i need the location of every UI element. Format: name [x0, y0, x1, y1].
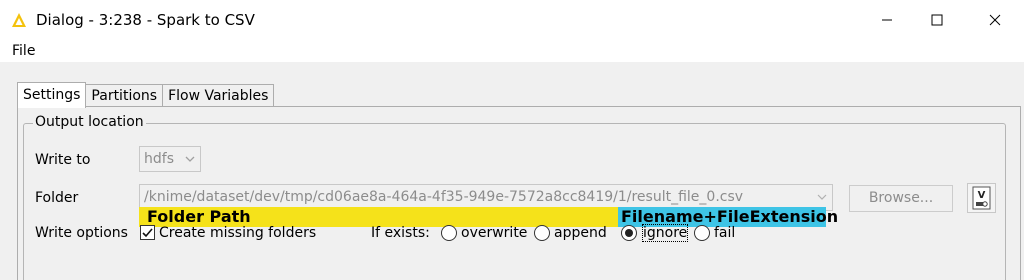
file-system-value: hdfs — [144, 151, 174, 167]
maximize-icon — [931, 14, 943, 26]
svg-text:V: V — [978, 190, 986, 201]
folder-label: Folder — [35, 190, 79, 206]
maximize-button[interactable] — [914, 0, 960, 40]
minimize-button[interactable] — [864, 0, 910, 40]
flow-variable-icon: V — [972, 186, 991, 210]
radio-ignore[interactable] — [621, 225, 637, 241]
radio-overwrite-label[interactable]: overwrite — [461, 224, 527, 242]
tab-strip: Settings Partitions Flow Variables — [17, 82, 275, 108]
create-missing-folders-checkbox[interactable] — [140, 225, 155, 240]
dialog-window: Dialog - 3:238 - Spark to CSV File Setti… — [0, 0, 1024, 280]
write-options-label: Write options — [35, 225, 128, 241]
minimize-icon — [882, 19, 892, 21]
close-icon — [989, 14, 1001, 26]
chevron-down-icon — [815, 190, 829, 208]
radio-fail[interactable] — [694, 225, 710, 241]
radio-overwrite[interactable] — [441, 225, 457, 241]
radio-append[interactable] — [534, 225, 550, 241]
checkmark-icon — [142, 228, 153, 238]
title-bar[interactable]: Dialog - 3:238 - Spark to CSV — [0, 0, 1024, 40]
output-location-group: Output location Write to hdfs Folder /kn… — [23, 113, 1006, 280]
file-system-select[interactable]: hdfs — [139, 146, 201, 172]
browse-button[interactable]: Browse... — [849, 185, 953, 212]
write-to-label: Write to — [35, 152, 91, 168]
menu-file[interactable]: File — [12, 42, 35, 60]
radio-ignore-label[interactable]: ignore — [643, 224, 687, 242]
knime-triangle-icon — [11, 12, 27, 28]
folder-path-value: /knime/dataset/dev/tmp/cd06ae8a-464a-4f3… — [144, 189, 744, 205]
tab-settings[interactable]: Settings — [17, 82, 87, 108]
tab-flow-variables[interactable]: Flow Variables — [162, 84, 275, 107]
create-missing-folders-label[interactable]: Create missing folders — [159, 224, 316, 242]
radio-append-label[interactable]: append — [554, 224, 607, 242]
close-button[interactable] — [972, 0, 1018, 40]
tab-partitions[interactable]: Partitions — [85, 84, 164, 107]
chevron-down-icon — [183, 151, 197, 171]
flow-variable-button[interactable]: V — [967, 183, 996, 213]
if-exists-label: If exists: — [371, 225, 430, 241]
window-title: Dialog - 3:238 - Spark to CSV — [36, 11, 255, 29]
radio-fail-label[interactable]: fail — [714, 224, 735, 242]
settings-panel: Output location Write to hdfs Folder /kn… — [17, 106, 1021, 280]
group-title: Output location — [33, 113, 146, 131]
menu-bar: File — [0, 40, 1024, 63]
